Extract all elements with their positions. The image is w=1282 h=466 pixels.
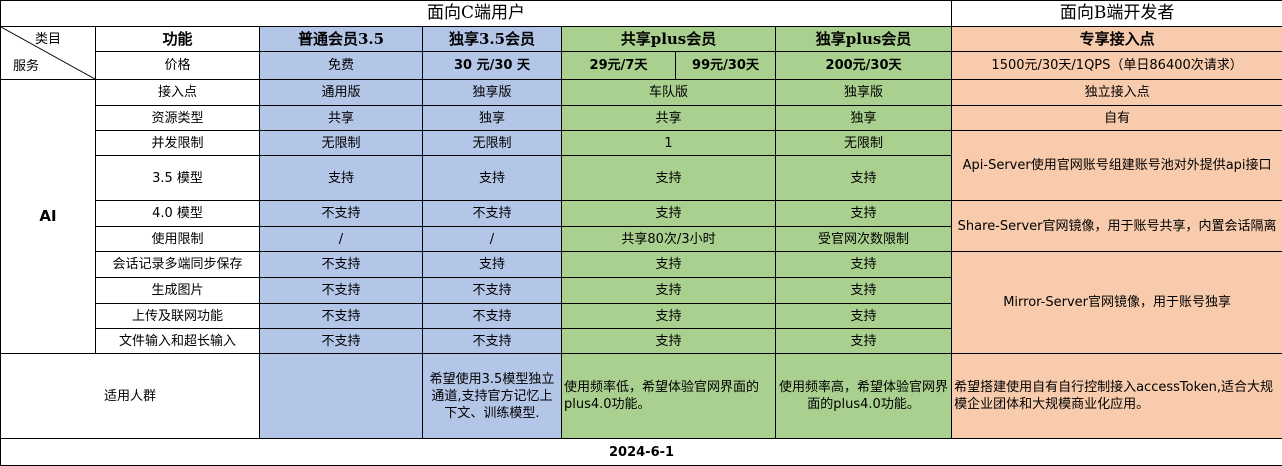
audience-exclusive-plus: 使用频率高，希望体验官网界面的plus4.0功能。 xyxy=(776,354,952,439)
cell-exclusive-plus: 支持 xyxy=(776,278,952,304)
shared-plus-header: 共享plus会员 xyxy=(562,27,776,52)
cell-exclusive35: 支持 xyxy=(423,156,562,201)
api-server-note: Api-Server使用官网账号组建账号池对外提供api接口 xyxy=(952,131,1282,201)
cell-exclusive35: 支持 xyxy=(423,252,562,278)
price-shared-plus-week: 29元/7天 xyxy=(562,52,676,80)
audience-label: 适用人群 xyxy=(1,354,260,439)
cell-basic35: 不支持 xyxy=(260,278,423,304)
basic35-header: 普通会员3.5 xyxy=(260,27,423,52)
corner-service: 服务 xyxy=(13,58,39,75)
mirror-server-note: Mirror-Server官网镜像，用于账号独享 xyxy=(952,252,1282,354)
price-exclusive35: 30 元/30 天 xyxy=(423,52,562,80)
row-label: 上传及联网功能 xyxy=(96,304,260,329)
audience-basic35 xyxy=(260,354,423,439)
cell-exclusive-plus: 独享 xyxy=(776,106,952,131)
cell-shared-plus: 支持 xyxy=(562,329,776,354)
endpoint-header: 专享接入点 xyxy=(952,27,1282,52)
audience-endpoint: 希望搭建使用自有自行控制接入accessToken,适合大规模企业团体和大规模商… xyxy=(952,354,1282,439)
exclusive35-header: 独享3.5会员 xyxy=(423,27,562,52)
cell-shared-plus: 支持 xyxy=(562,156,776,201)
b-side-header: 面向B端开发者 xyxy=(952,1,1282,27)
cell-basic35: 通用版 xyxy=(260,80,423,106)
feature-header: 功能 xyxy=(96,27,260,52)
cell-basic35: 支持 xyxy=(260,156,423,201)
row-label: 资源类型 xyxy=(96,106,260,131)
cell-basic35: 无限制 xyxy=(260,131,423,156)
cell-exclusive35: 不支持 xyxy=(423,304,562,329)
footer-date: 2024-6-1 xyxy=(1,439,1282,466)
price-label: 价格 xyxy=(96,52,260,80)
cell-basic35: 不支持 xyxy=(260,201,423,227)
category-ai: AI xyxy=(1,80,96,354)
cell-shared-plus: 车队版 xyxy=(562,80,776,106)
cell-shared-plus: 支持 xyxy=(562,252,776,278)
cell-exclusive-plus: 支持 xyxy=(776,329,952,354)
row-label: 4.0 模型 xyxy=(96,201,260,227)
cell-exclusive-plus: 无限制 xyxy=(776,131,952,156)
cell-exclusive-plus: 支持 xyxy=(776,156,952,201)
membership-comparison-table: 面向C端用户 面向B端开发者 类目 服务 功能 普通会员3.5 独享3.5会员 … xyxy=(0,0,1282,466)
row-label: 使用限制 xyxy=(96,227,260,252)
price-endpoint: 1500元/30天/1QPS（单日86400次请求） xyxy=(952,52,1282,80)
cell-basic35: 不支持 xyxy=(260,252,423,278)
exclusive-plus-header: 独享plus会员 xyxy=(776,27,952,52)
cell-exclusive35: 独享版 xyxy=(423,80,562,106)
cell-shared-plus: 共享 xyxy=(562,106,776,131)
row-label: 生成图片 xyxy=(96,278,260,304)
cell-exclusive35: 独享 xyxy=(423,106,562,131)
cell-basic35: / xyxy=(260,227,423,252)
row-label: 会话记录多端同步保存 xyxy=(96,252,260,278)
cell-exclusive-plus: 独享版 xyxy=(776,80,952,106)
audience-exclusive35: 希望使用3.5模型独立通道,支持官方记忆上下文、训练模型. xyxy=(423,354,562,439)
cell-endpoint: 自有 xyxy=(952,106,1282,131)
price-basic35: 免费 xyxy=(260,52,423,80)
corner-category: 类目 xyxy=(35,31,61,48)
cell-shared-plus: 支持 xyxy=(562,201,776,227)
c-side-header: 面向C端用户 xyxy=(1,1,952,27)
price-exclusive-plus: 200元/30天 xyxy=(776,52,952,80)
cell-basic35: 不支持 xyxy=(260,329,423,354)
cell-exclusive-plus: 受官网次数限制 xyxy=(776,227,952,252)
cell-exclusive-plus: 支持 xyxy=(776,252,952,278)
cell-exclusive-plus: 支持 xyxy=(776,201,952,227)
audience-shared-plus: 使用频率低，希望体验官网界面的plus4.0功能。 xyxy=(562,354,776,439)
cell-exclusive35: 无限制 xyxy=(423,131,562,156)
cell-exclusive35: 不支持 xyxy=(423,201,562,227)
share-server-note: Share-Server官网镜像，用于账号共享，内置会话隔离 xyxy=(952,201,1282,252)
cell-exclusive35: 不支持 xyxy=(423,329,562,354)
cell-shared-plus: 1 xyxy=(562,131,776,156)
row-label: 并发限制 xyxy=(96,131,260,156)
cell-shared-plus: 共享80次/3小时 xyxy=(562,227,776,252)
corner-cell: 类目 服务 xyxy=(1,27,96,80)
row-label: 文件输入和超长输入 xyxy=(96,329,260,354)
cell-exclusive-plus: 支持 xyxy=(776,304,952,329)
cell-endpoint: 独立接入点 xyxy=(952,80,1282,106)
cell-basic35: 不支持 xyxy=(260,304,423,329)
cell-exclusive35: 不支持 xyxy=(423,278,562,304)
cell-shared-plus: 支持 xyxy=(562,278,776,304)
row-label: 3.5 模型 xyxy=(96,156,260,201)
cell-shared-plus: 支持 xyxy=(562,304,776,329)
row-label: 接入点 xyxy=(96,80,260,106)
cell-basic35: 共享 xyxy=(260,106,423,131)
cell-exclusive35: / xyxy=(423,227,562,252)
price-shared-plus-month: 99元/30天 xyxy=(676,52,776,80)
